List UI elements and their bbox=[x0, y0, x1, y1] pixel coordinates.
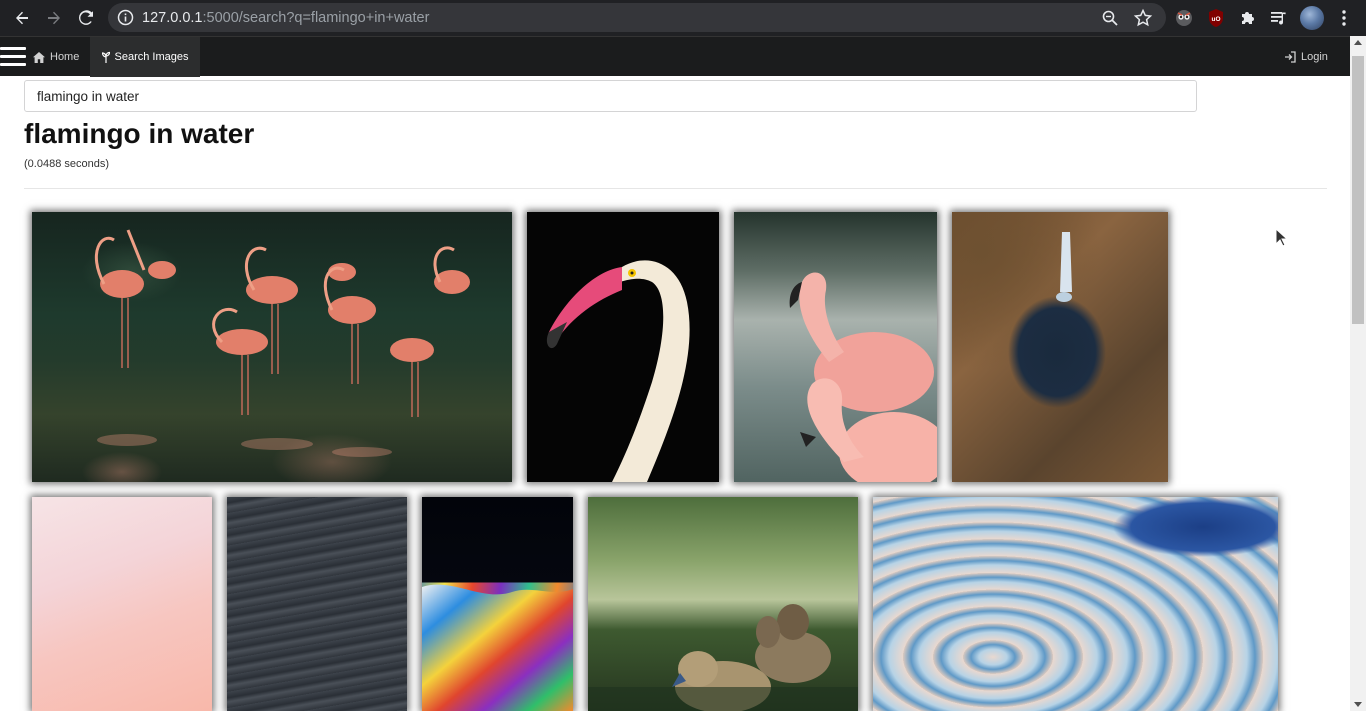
result-image-dark-water[interactable] bbox=[227, 497, 407, 711]
nav-home[interactable]: Home bbox=[33, 37, 85, 77]
sign-in-icon bbox=[1284, 51, 1296, 63]
forward-arrow-icon[interactable] bbox=[39, 3, 69, 33]
reload-icon[interactable] bbox=[71, 3, 101, 33]
kebab-menu-icon[interactable] bbox=[1333, 7, 1355, 29]
app-navbar: Home Search Images Login bbox=[0, 36, 1350, 77]
browser-toolbar: 127.0.0.1:5000/search?q=flamingo+in+wate… bbox=[0, 0, 1366, 36]
result-image-oil-slick[interactable] bbox=[422, 497, 573, 711]
result-image-flamingos-wading[interactable] bbox=[32, 212, 512, 482]
result-image-flamingo-head[interactable] bbox=[527, 212, 719, 482]
svg-text:uO: uO bbox=[1211, 16, 1220, 23]
page-scrollbar[interactable] bbox=[1350, 36, 1366, 711]
url-text[interactable]: 127.0.0.1:5000/search?q=flamingo+in+wate… bbox=[142, 10, 429, 26]
page-title: flamingo in water bbox=[24, 118, 255, 149]
nav-login-label: Login bbox=[1301, 51, 1328, 63]
back-arrow-icon[interactable] bbox=[7, 3, 37, 33]
result-image-two-flamingos[interactable] bbox=[734, 212, 937, 482]
result-image-ducklings[interactable] bbox=[588, 497, 858, 711]
media-icon[interactable] bbox=[1268, 7, 1290, 29]
info-icon[interactable] bbox=[117, 9, 134, 26]
zoom-icon[interactable] bbox=[1101, 9, 1119, 27]
nav-login[interactable]: Login bbox=[1284, 37, 1328, 77]
shield-icon[interactable]: uO bbox=[1205, 7, 1227, 29]
sprout-icon bbox=[101, 51, 110, 63]
url-host: 127.0.0.1 bbox=[142, 10, 203, 26]
puzzle-icon[interactable] bbox=[1237, 7, 1259, 29]
search-input[interactable] bbox=[24, 80, 1197, 112]
nav-home-label: Home bbox=[50, 51, 80, 63]
profile-avatar[interactable] bbox=[1300, 6, 1324, 30]
result-image-pink-texture[interactable] bbox=[32, 497, 212, 711]
nav-search-images[interactable]: Search Images bbox=[90, 37, 200, 77]
extension-icon[interactable] bbox=[1173, 7, 1195, 29]
scroll-down-arrow-icon[interactable] bbox=[1354, 702, 1362, 707]
mouse-cursor-icon bbox=[1275, 228, 1287, 247]
search-timing: (0.0488 seconds) bbox=[24, 158, 109, 170]
result-image-blue-marble[interactable] bbox=[873, 497, 1278, 711]
scroll-up-arrow-icon[interactable] bbox=[1354, 40, 1362, 45]
url-path: :5000/search?q=flamingo+in+water bbox=[202, 10, 430, 26]
result-image-aerial-pond[interactable] bbox=[952, 212, 1168, 482]
star-icon[interactable] bbox=[1133, 8, 1153, 28]
address-bar[interactable]: 127.0.0.1:5000/search?q=flamingo+in+wate… bbox=[108, 3, 1166, 32]
home-icon bbox=[33, 51, 45, 63]
divider bbox=[24, 188, 1327, 189]
nav-search-label: Search Images bbox=[114, 51, 189, 63]
scrollbar-thumb[interactable] bbox=[1352, 56, 1364, 324]
hamburger-menu-icon[interactable] bbox=[0, 47, 26, 67]
